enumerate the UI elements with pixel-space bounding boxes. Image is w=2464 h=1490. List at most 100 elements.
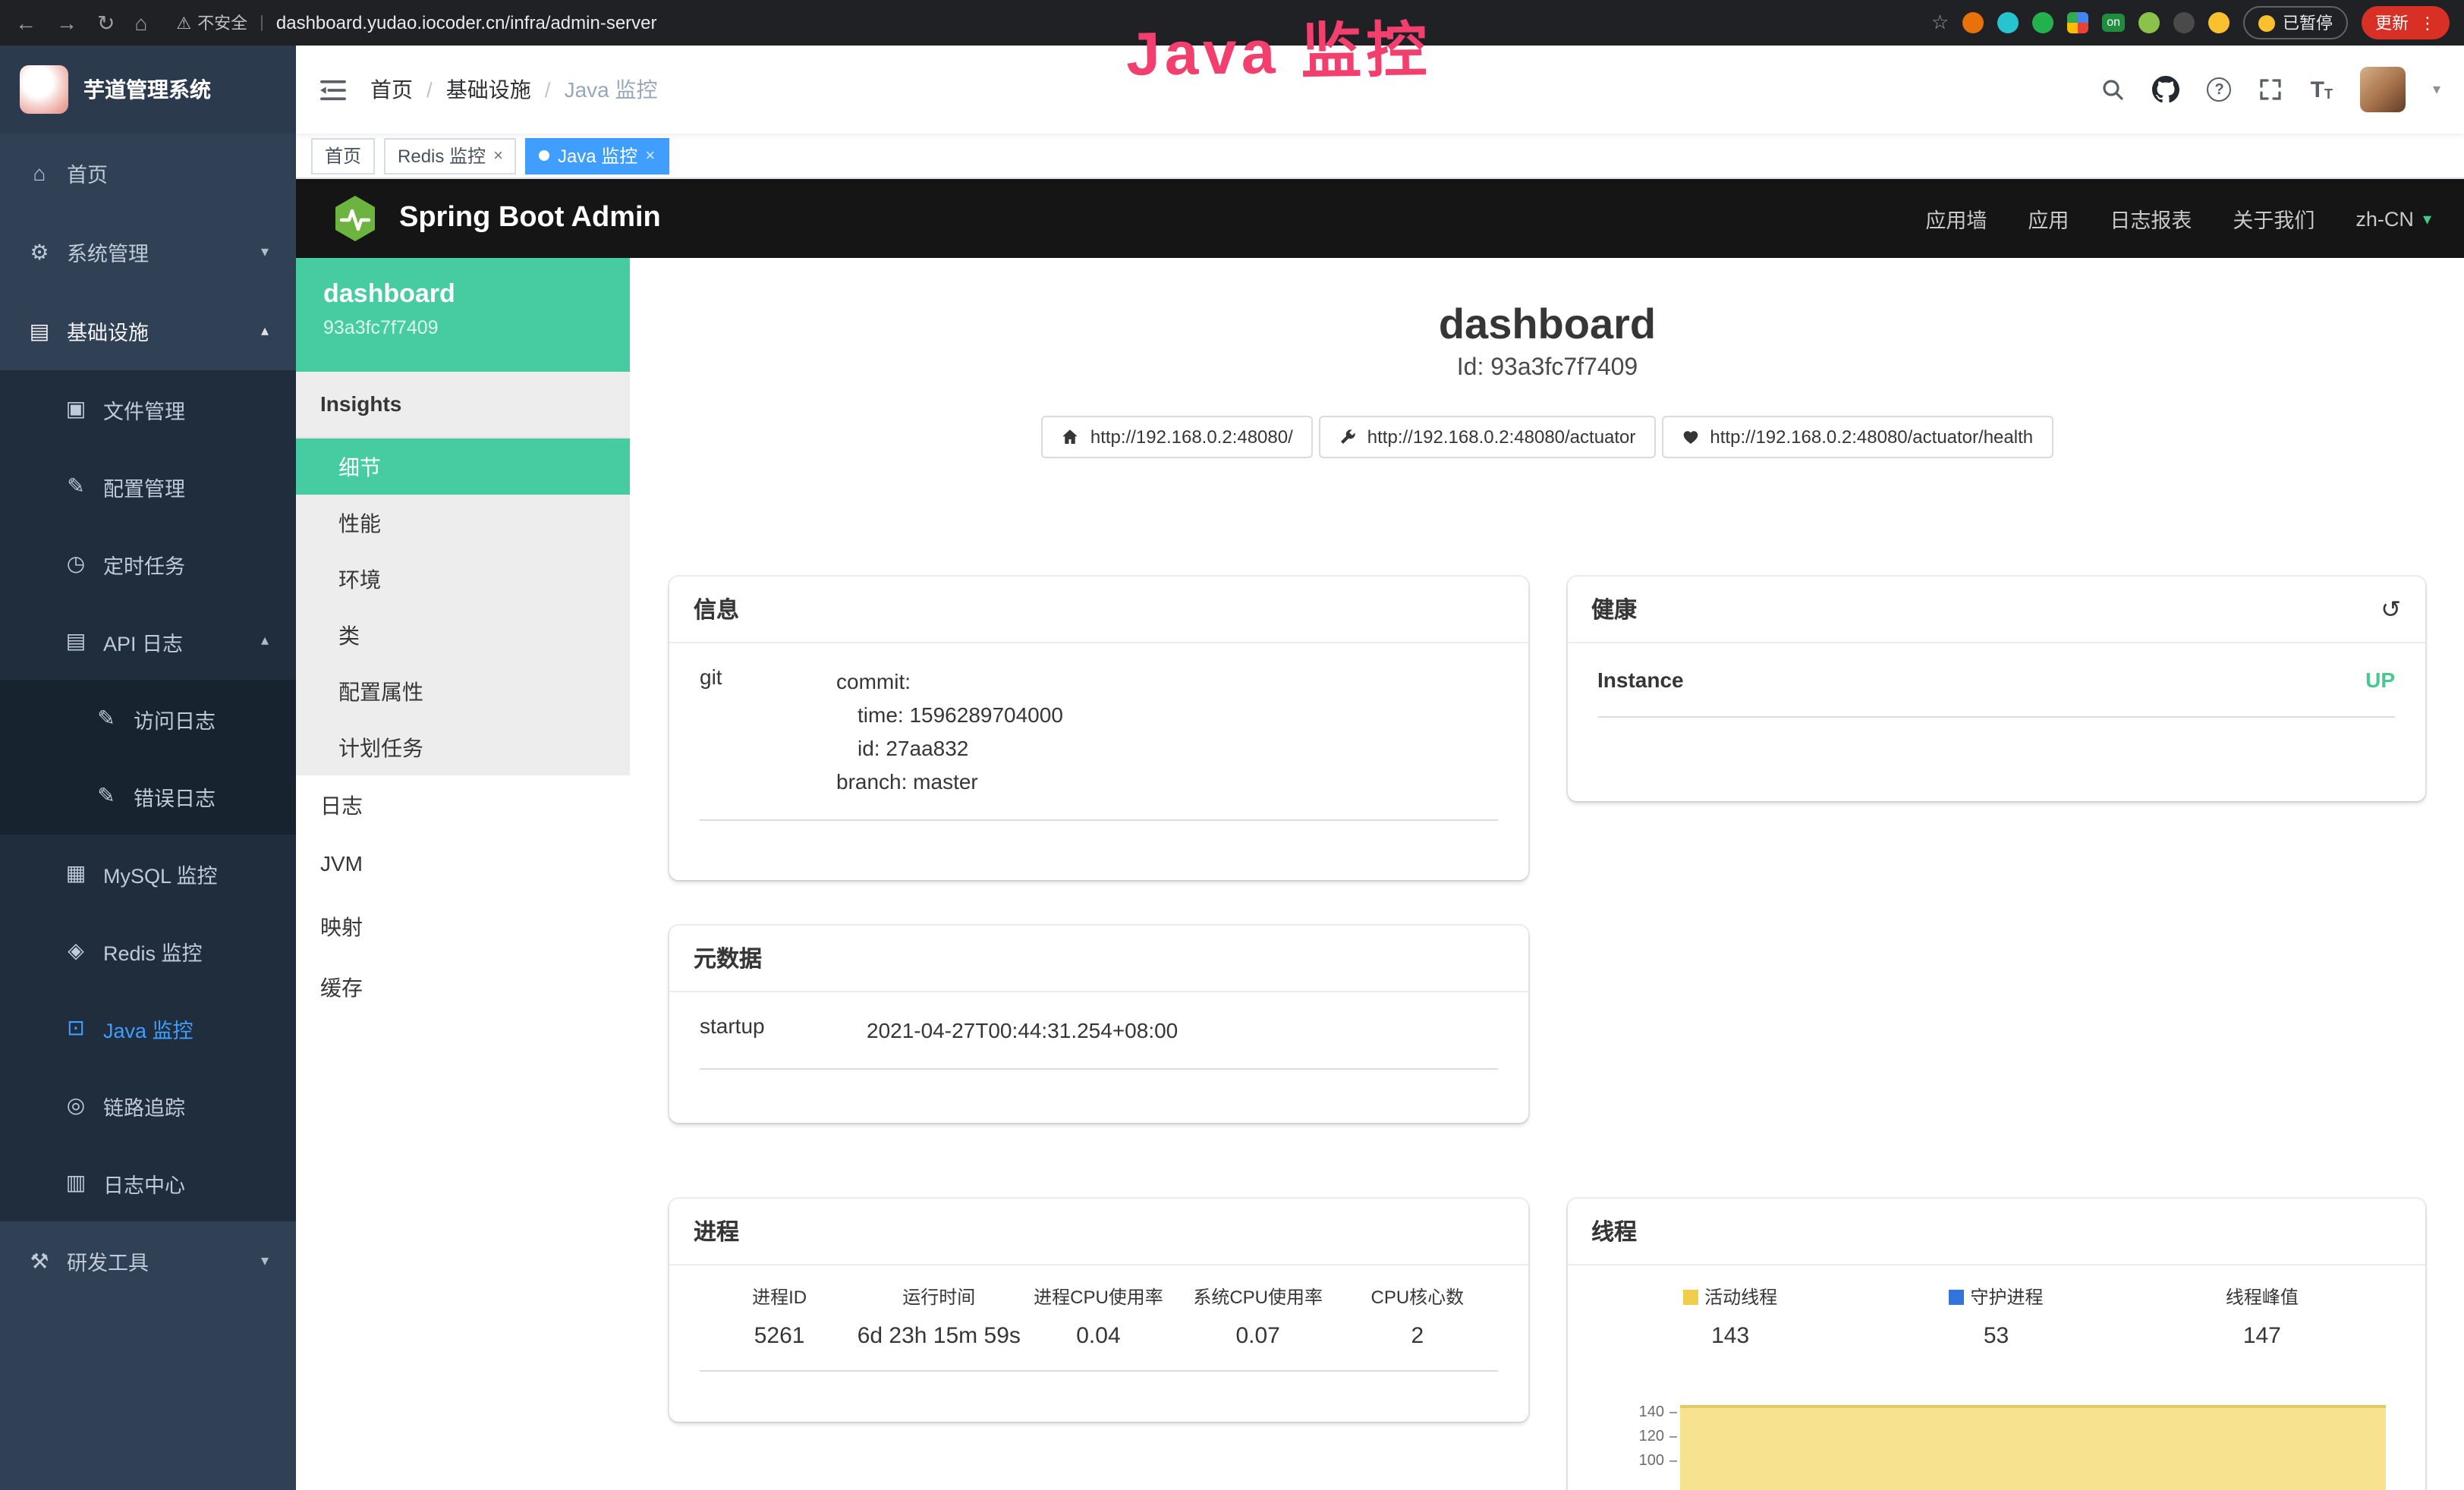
browser-menu-icon[interactable]: ⋮ bbox=[2419, 13, 2436, 33]
browser-update-button[interactable]: 更新 ⋮ bbox=[2362, 6, 2450, 39]
extension-icon-3[interactable] bbox=[2032, 12, 2053, 33]
breadcrumb-infrastructure[interactable]: 基础设施 bbox=[446, 74, 531, 105]
github-icon[interactable] bbox=[2153, 76, 2180, 103]
security-warning[interactable]: ⚠ 不安全 bbox=[176, 11, 247, 35]
address-bar[interactable]: ⚠ 不安全 | dashboard.yudao.iocoder.cn/infra… bbox=[176, 11, 1911, 35]
extension-icon-2[interactable] bbox=[1997, 12, 2019, 33]
url-text[interactable]: dashboard.yudao.iocoder.cn/infra/admin-s… bbox=[276, 12, 657, 33]
font-size-icon[interactable]: TT bbox=[2311, 78, 2333, 101]
tick-label: 120 bbox=[1639, 1429, 1664, 1445]
sidebar-item-java-monitor[interactable]: ⊡ Java 监控 bbox=[0, 989, 296, 1067]
error-log-icon: ✎ bbox=[94, 783, 118, 809]
active-tab-dot bbox=[540, 150, 550, 161]
extensions-puzzle-icon[interactable] bbox=[2067, 12, 2088, 33]
user-avatar[interactable] bbox=[2360, 67, 2406, 112]
sidebar-item-log-center[interactable]: ▥ 日志中心 bbox=[0, 1144, 296, 1221]
tab-java-monitor[interactable]: Java 监控 × bbox=[526, 137, 669, 174]
breadcrumb-home[interactable]: 首页 bbox=[370, 74, 413, 105]
extension-icon-5[interactable] bbox=[2173, 12, 2195, 33]
page-title: dashboard bbox=[669, 300, 2425, 349]
sba-item-classes[interactable]: 类 bbox=[296, 607, 630, 663]
edit-icon: ✎ bbox=[64, 473, 88, 499]
fullscreen-icon[interactable] bbox=[2259, 77, 2283, 102]
sba-brand-title[interactable]: Spring Boot Admin bbox=[399, 202, 661, 235]
sidebar-item-system-mgmt[interactable]: ⚙ 系统管理 ▾ bbox=[0, 212, 296, 291]
tab-home[interactable]: 首页 bbox=[311, 137, 375, 174]
sidebar-item-dev-tools[interactable]: ⚒ 研发工具 ▾ bbox=[0, 1221, 296, 1300]
tab-redis-monitor[interactable]: Redis 监控 × bbox=[384, 137, 517, 174]
sba-language-select[interactable]: zh-CN ▾ bbox=[2355, 207, 2431, 230]
browser-back-icon[interactable]: ← bbox=[15, 12, 36, 33]
sba-item-performance[interactable]: 性能 bbox=[296, 495, 630, 551]
help-icon[interactable]: ? bbox=[2208, 77, 2232, 102]
instance-health-link[interactable]: http://192.168.0.2:48080/actuator/health bbox=[1661, 416, 2053, 458]
user-menu-caret-icon[interactable]: ▾ bbox=[2433, 81, 2440, 98]
app-logo[interactable]: 芋道管理系统 bbox=[0, 46, 296, 134]
sidebar-item-label: 文件管理 bbox=[103, 394, 185, 424]
stat-value: 6d 23h 15m 59s bbox=[858, 1323, 1021, 1349]
sba-item-label: 映射 bbox=[320, 915, 363, 939]
sidebar-item-home[interactable]: ⌂ 首页 bbox=[0, 134, 296, 212]
sidebar-item-api-logs[interactable]: ▤ API 日志 ▴ bbox=[0, 602, 296, 680]
y-tick-120: 120 bbox=[1597, 1429, 1676, 1445]
search-icon[interactable] bbox=[2101, 77, 2126, 102]
sidebar-toggle-icon[interactable] bbox=[320, 78, 346, 101]
history-icon[interactable]: ↺ bbox=[2381, 594, 2401, 624]
sba-nav-journal[interactable]: 日志报表 bbox=[2110, 203, 2192, 234]
sba-item-details[interactable]: 细节 bbox=[296, 439, 630, 495]
stat-value: 147 bbox=[2243, 1323, 2281, 1349]
tag-view-bar: 首页 Redis 监控 × Java 监控 × bbox=[296, 134, 2464, 179]
instance-actuator-link[interactable]: http://192.168.0.2:48080/actuator bbox=[1319, 416, 1656, 458]
sba-item-mappings[interactable]: 映射 bbox=[296, 897, 630, 957]
profile-paused-badge[interactable]: 已暂停 bbox=[2243, 6, 2348, 39]
sidebar-item-mysql-monitor[interactable]: ▦ MySQL 监控 bbox=[0, 835, 296, 912]
file-icon: ▣ bbox=[64, 396, 88, 422]
stat-label: CPU核心数 bbox=[1371, 1284, 1465, 1309]
sidebar-item-scheduled-tasks[interactable]: ◷ 定时任务 bbox=[0, 525, 296, 602]
sidebar-item-error-logs[interactable]: ✎ 错误日志 bbox=[0, 757, 296, 835]
instance-home-link[interactable]: http://192.168.0.2:48080/ bbox=[1042, 416, 1313, 458]
legend-label: 守护进程 bbox=[1971, 1284, 2044, 1309]
stat-label: 线程峰值 bbox=[2226, 1284, 2299, 1309]
extension-on-badge[interactable]: on bbox=[2102, 14, 2125, 32]
browser-reload-icon[interactable]: ↻ bbox=[97, 12, 115, 33]
stat-daemon-threads: 守护进程 53 bbox=[1863, 1284, 2129, 1349]
extension-icon-4[interactable] bbox=[2138, 12, 2160, 33]
process-card-title: 进程 bbox=[694, 1215, 739, 1247]
sba-item-scheduled-tasks[interactable]: 计划任务 bbox=[296, 719, 630, 775]
browser-home-icon[interactable]: ⌂ bbox=[134, 12, 147, 33]
sba-nav-applications[interactable]: 应用 bbox=[2028, 203, 2069, 234]
heart-icon bbox=[1681, 428, 1699, 446]
link-url: http://192.168.0.2:48080/actuator bbox=[1367, 426, 1636, 448]
bookmark-star-icon[interactable]: ☆ bbox=[1931, 11, 1949, 35]
sidebar-item-access-logs[interactable]: ✎ 访问日志 bbox=[0, 680, 296, 757]
extension-icon-1[interactable] bbox=[1962, 12, 1984, 33]
sba-instance-block[interactable]: dashboard 93a3fc7f7409 bbox=[296, 258, 630, 372]
sidebar-item-label: 定时任务 bbox=[103, 549, 185, 579]
sidebar-item-config-mgmt[interactable]: ✎ 配置管理 bbox=[0, 448, 296, 525]
sba-item-caches[interactable]: 缓存 bbox=[296, 957, 630, 1018]
close-icon[interactable]: × bbox=[493, 146, 503, 165]
browser-forward-icon[interactable]: → bbox=[56, 12, 77, 33]
stat-value: 5261 bbox=[754, 1323, 805, 1349]
sba-item-logs[interactable]: 日志 bbox=[296, 775, 630, 836]
sba-item-environment[interactable]: 环境 bbox=[296, 551, 630, 607]
sba-nav-wallboard[interactable]: 应用墙 bbox=[1925, 203, 1987, 234]
sba-nav: 应用墙 应用 日志报表 关于我们 zh-CN ▾ bbox=[1925, 203, 2431, 234]
sba-item-jvm[interactable]: JVM bbox=[296, 836, 630, 897]
sba-item-config-props[interactable]: 配置属性 bbox=[296, 663, 630, 719]
sidebar-item-tracing[interactable]: ◎ 链路追踪 bbox=[0, 1067, 296, 1144]
sidebar-item-redis-monitor[interactable]: ◈ Redis 监控 bbox=[0, 912, 296, 989]
metadata-key: startup bbox=[700, 1014, 867, 1047]
sba-nav-about[interactable]: 关于我们 bbox=[2233, 203, 2315, 234]
metadata-startup-row: startup 2021-04-27T00:44:31.254+08:00 bbox=[700, 992, 1497, 1070]
stat-label: 进程CPU使用率 bbox=[1034, 1284, 1163, 1309]
metadata-card: 元数据 startup 2021-04-27T00:44:31.254+08:0… bbox=[669, 926, 1528, 1123]
sidebar-item-infrastructure[interactable]: ▤ 基础设施 ▴ bbox=[0, 291, 296, 370]
access-log-icon: ✎ bbox=[94, 706, 118, 731]
close-icon[interactable]: × bbox=[645, 146, 655, 165]
extension-icon-6[interactable] bbox=[2208, 12, 2230, 33]
status-badge: UP bbox=[2365, 668, 2395, 692]
sba-logo-icon[interactable] bbox=[329, 193, 381, 244]
sidebar-item-file-mgmt[interactable]: ▣ 文件管理 bbox=[0, 370, 296, 448]
